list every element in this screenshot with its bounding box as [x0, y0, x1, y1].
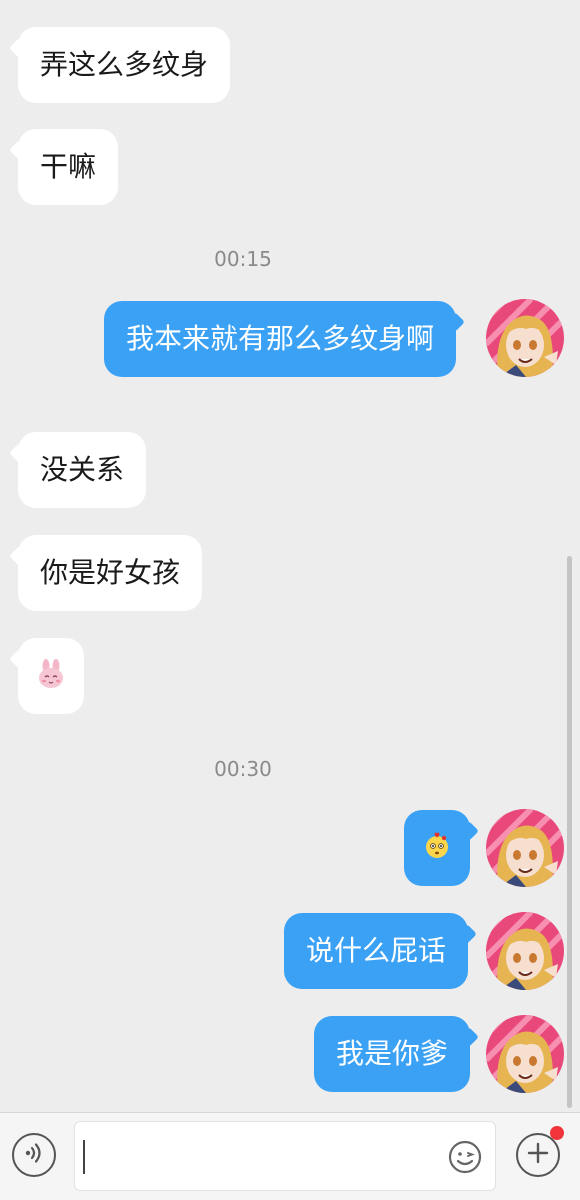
- more-button[interactable]: [516, 1133, 560, 1177]
- sticker-bubble-incoming[interactable]: [18, 638, 84, 714]
- message-input[interactable]: [74, 1121, 496, 1191]
- avatar-image: [486, 299, 564, 377]
- avatar[interactable]: [486, 299, 564, 377]
- voice-button[interactable]: [12, 1133, 56, 1177]
- text-caret: [83, 1140, 85, 1174]
- timestamp: 00:30: [214, 757, 272, 781]
- plus-icon: [526, 1141, 550, 1169]
- emoji-button[interactable]: [447, 1139, 483, 1175]
- avatar[interactable]: [486, 1015, 564, 1093]
- flushed-face-sticker-icon: [423, 832, 451, 865]
- message-text: 没关系: [40, 453, 125, 486]
- message-text: 我是你爹: [336, 1037, 449, 1070]
- message-text: 我本来就有那么多纹身啊: [126, 322, 435, 355]
- message-bubble-outgoing[interactable]: 我本来就有那么多纹身啊: [104, 301, 457, 377]
- message-bubble-incoming[interactable]: 你是好女孩: [18, 535, 203, 611]
- avatar-image: [486, 1015, 564, 1093]
- scrollbar[interactable]: [567, 556, 572, 1108]
- message-bubble-incoming[interactable]: 没关系: [18, 432, 147, 508]
- message-bubble-incoming[interactable]: 干嘛: [18, 129, 119, 205]
- voice-icon: [21, 1140, 47, 1170]
- message-text: 你是好女孩: [40, 556, 181, 589]
- emoji-icon: [447, 1140, 483, 1179]
- message-text: 说什么屁话: [306, 934, 447, 967]
- message-bubble-incoming[interactable]: 弄这么多纹身: [18, 27, 231, 103]
- message-bubble-outgoing[interactable]: 我是你爹: [314, 1016, 471, 1092]
- sticker-bubble-outgoing[interactable]: [404, 810, 470, 886]
- bunny-sticker-icon: [36, 658, 66, 694]
- message-bubble-outgoing[interactable]: 说什么屁话: [284, 913, 469, 989]
- input-bar: [0, 1112, 580, 1200]
- avatar-image: [486, 809, 564, 887]
- message-text: 干嘛: [40, 150, 97, 183]
- avatar[interactable]: [486, 912, 564, 990]
- message-text: 弄这么多纹身: [40, 48, 209, 81]
- avatar[interactable]: [486, 809, 564, 887]
- chat-history[interactable]: 弄这么多纹身 干嘛 00:15 我本来就有那么多纹身啊 没关系 你是好女孩 00…: [0, 0, 580, 1112]
- timestamp: 00:15: [214, 247, 272, 271]
- notification-dot: [550, 1126, 564, 1140]
- avatar-image: [486, 912, 564, 990]
